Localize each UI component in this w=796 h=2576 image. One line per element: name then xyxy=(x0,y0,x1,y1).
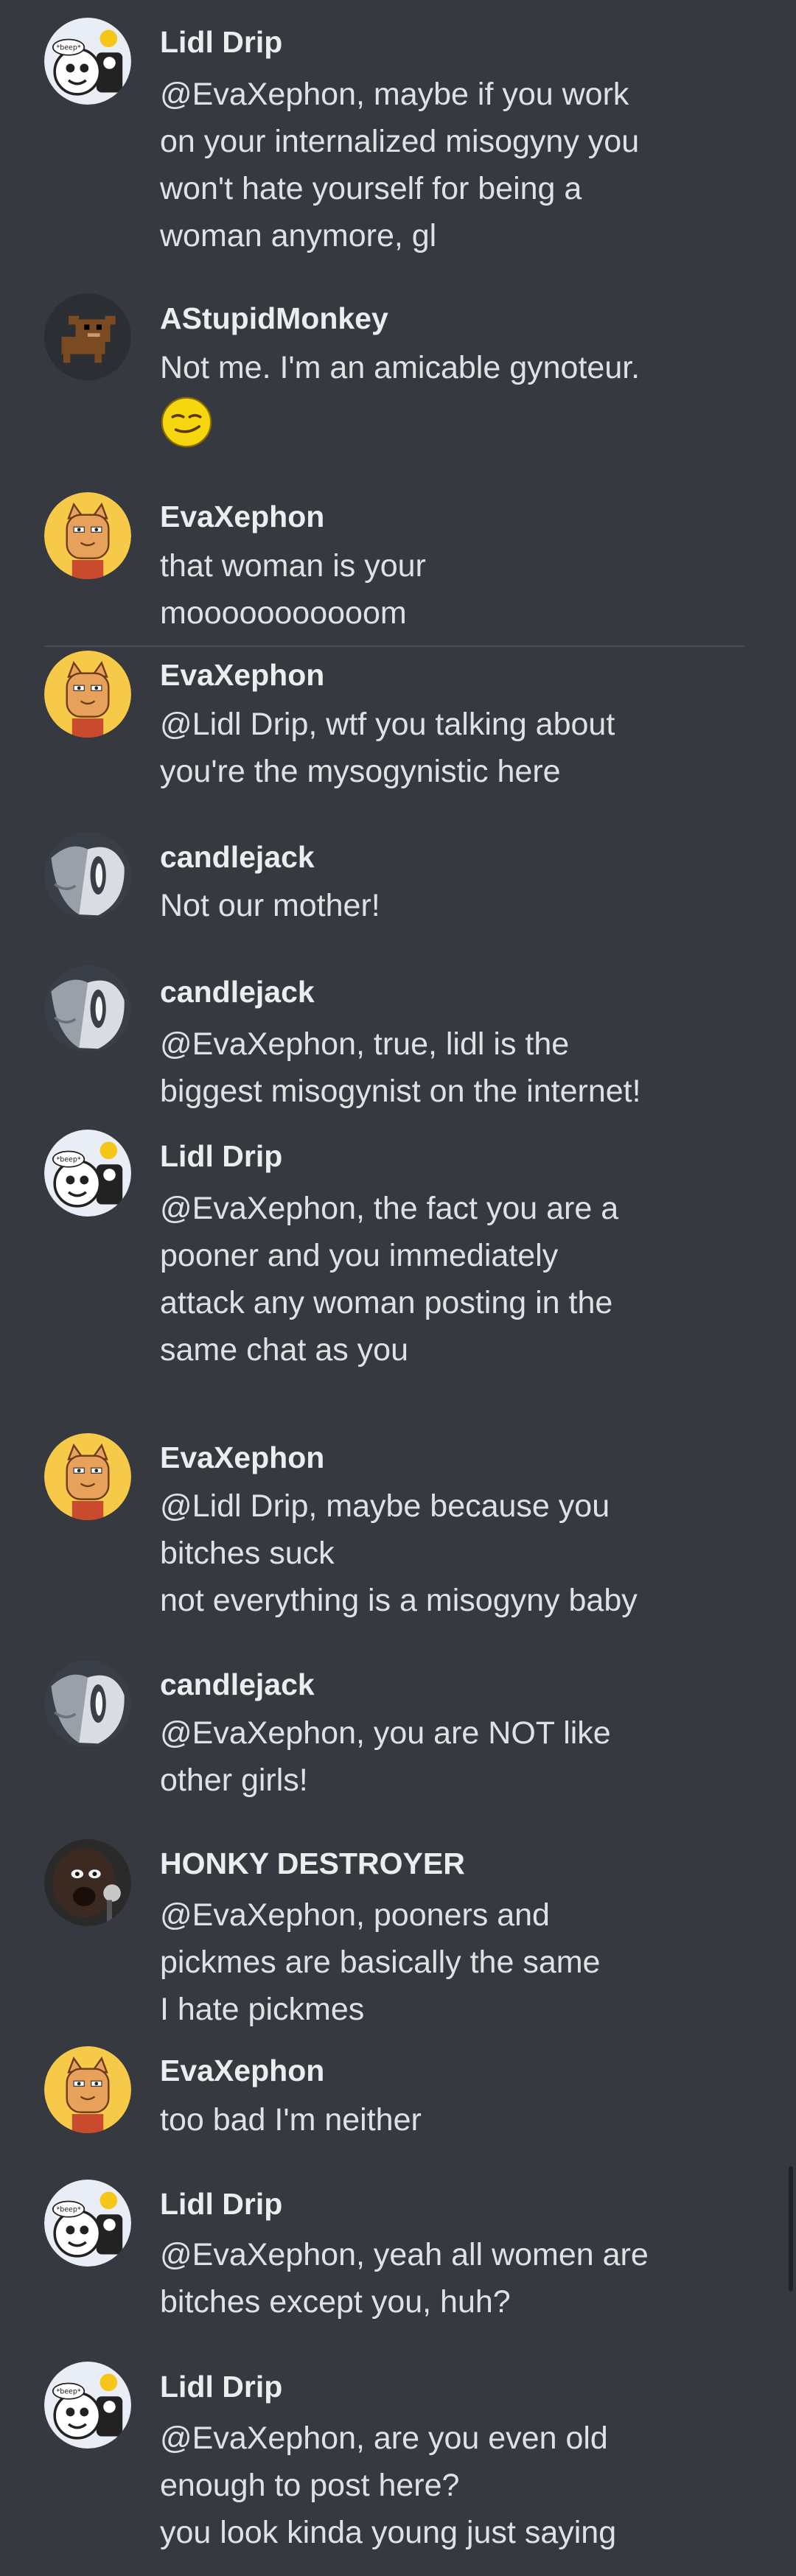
message-text-line: @Lidl Drip, maybe because you xyxy=(160,1488,610,1524)
message-author[interactable]: AStupidMonkey xyxy=(160,301,388,335)
message-text-line: not everything is a misogyny baby xyxy=(160,1583,638,1618)
avatar-speech-text: *beep* xyxy=(57,44,81,52)
message-text-line: attack any woman posting in the xyxy=(160,1285,613,1320)
message-text-line: @EvaXephon, the fact you are a xyxy=(160,1191,619,1226)
message-text-line: bitches except you, huh? xyxy=(160,2284,511,2320)
message-content: @EvaXephon, maybe if you work on your int… xyxy=(160,71,764,259)
message-author[interactable]: EvaXephon xyxy=(160,500,324,533)
message-content: @EvaXephon, true, lidl is the biggest mis… xyxy=(160,1021,764,1115)
message-text-line: @EvaXephon, true, lidl is the xyxy=(160,1026,570,1062)
message-text-line: Not our mother! xyxy=(160,888,380,923)
message-text-line: @EvaXephon, maybe if you work xyxy=(160,77,629,112)
user-avatar[interactable] xyxy=(44,1839,131,1926)
message-text-line: biggest misogynist on the internet! xyxy=(160,1074,641,1109)
message-text-line: too bad I'm neither xyxy=(160,2102,422,2138)
user-avatar[interactable] xyxy=(44,651,131,738)
message-author[interactable]: Lidl Drip xyxy=(160,2187,282,2221)
message-content: @EvaXephon, the fact you are a pooner and… xyxy=(160,1185,764,1373)
message-text-line: you're the mysogynistic here xyxy=(160,754,561,789)
user-avatar[interactable] xyxy=(44,965,131,1052)
message-text-line: bitches suck xyxy=(160,1536,335,1571)
message-content: @EvaXephon, yeah all women are bitches ex… xyxy=(160,2231,764,2325)
user-avatar[interactable] xyxy=(44,1660,131,1747)
message-author[interactable]: candlejack xyxy=(160,1667,315,1701)
message-content: @EvaXephon, are you even old enough to po… xyxy=(160,2415,764,2556)
user-avatar[interactable]: *beep* xyxy=(44,18,131,105)
message-content: that woman is your mooooooooooom xyxy=(160,542,764,637)
message-text-line: woman anymore, gl xyxy=(160,218,437,253)
message-text-line: same chat as you xyxy=(160,1332,409,1368)
message-text-line: @Lidl Drip, wtf you talking about xyxy=(160,707,615,742)
user-avatar[interactable] xyxy=(44,1433,131,1520)
user-avatar[interactable]: *beep* xyxy=(44,2362,131,2449)
smirk-emoji-icon xyxy=(161,396,212,448)
avatar-speech-text: *beep* xyxy=(57,2388,81,2396)
message-text-line: @EvaXephon, pooners and xyxy=(160,1897,550,1933)
message-author[interactable]: Lidl Drip xyxy=(160,25,282,59)
message-author[interactable]: EvaXephon xyxy=(160,2054,324,2087)
message-author[interactable]: EvaXephon xyxy=(160,1441,324,1474)
message-content: @EvaXephon, pooners and pickmes are basic… xyxy=(160,1891,764,2033)
message-content: @Lidl Drip, wtf you talking about you're … xyxy=(160,701,764,795)
message-text-line: that woman is your xyxy=(160,548,426,584)
message-text-line: you look kinda young just saying xyxy=(160,2515,617,2550)
chat-message-list[interactable]: *beep* Lidl Drip @EvaXephon, maybe if you … xyxy=(0,0,796,2576)
avatar-speech-text: *beep* xyxy=(57,1156,81,1164)
message-text-line: @EvaXephon, you are NOT like xyxy=(160,1715,611,1751)
message-text-line: mooooooooooom xyxy=(160,595,407,631)
message-text-line: Not me. I'm an amicable gynoteur. xyxy=(160,350,640,385)
message-text-line: @EvaXephon, yeah all women are xyxy=(160,2237,649,2272)
message-text-line: on your internalized misogyny you xyxy=(160,124,640,159)
message-content: @EvaXephon, you are NOT like other girls! xyxy=(160,1709,764,1804)
message-text-line: won't hate yourself for being a xyxy=(160,171,582,206)
message-author[interactable]: candlejack xyxy=(160,975,315,1009)
message-author[interactable]: EvaXephon xyxy=(160,658,324,692)
user-avatar[interactable]: *beep* xyxy=(44,1130,131,1217)
user-avatar[interactable]: *beep* xyxy=(44,2180,131,2267)
scrollbar[interactable] xyxy=(789,2166,793,2292)
message-author[interactable]: HONKY DESTROYER xyxy=(160,1847,465,1880)
message-content: too bad I'm neither xyxy=(160,2096,764,2143)
message-text-line: @EvaXephon, are you even old xyxy=(160,2421,608,2456)
message-content: Not me. I'm an amicable gynoteur. xyxy=(160,344,764,449)
message-text-line: enough to post here? xyxy=(160,2468,460,2503)
message-author[interactable]: Lidl Drip xyxy=(160,1139,282,1173)
message-text-line: pooner and you immediately xyxy=(160,1238,559,1273)
message-text-line: I hate pickmes xyxy=(160,1992,365,2027)
avatar-speech-text: *beep* xyxy=(57,2206,81,2214)
message-author[interactable]: Lidl Drip xyxy=(160,2370,282,2404)
message-content: Not our mother! xyxy=(160,882,764,929)
message-author[interactable]: candlejack xyxy=(160,840,315,874)
user-avatar[interactable] xyxy=(44,832,131,919)
message-divider xyxy=(44,645,744,647)
user-avatar[interactable] xyxy=(44,492,131,579)
message-text-line: other girls! xyxy=(160,1763,308,1798)
user-avatar[interactable] xyxy=(44,293,131,380)
user-avatar[interactable] xyxy=(44,2046,131,2133)
message-text-line: pickmes are basically the same xyxy=(160,1945,601,1980)
message-content: @Lidl Drip, maybe because you bitches suc… xyxy=(160,1483,764,1624)
